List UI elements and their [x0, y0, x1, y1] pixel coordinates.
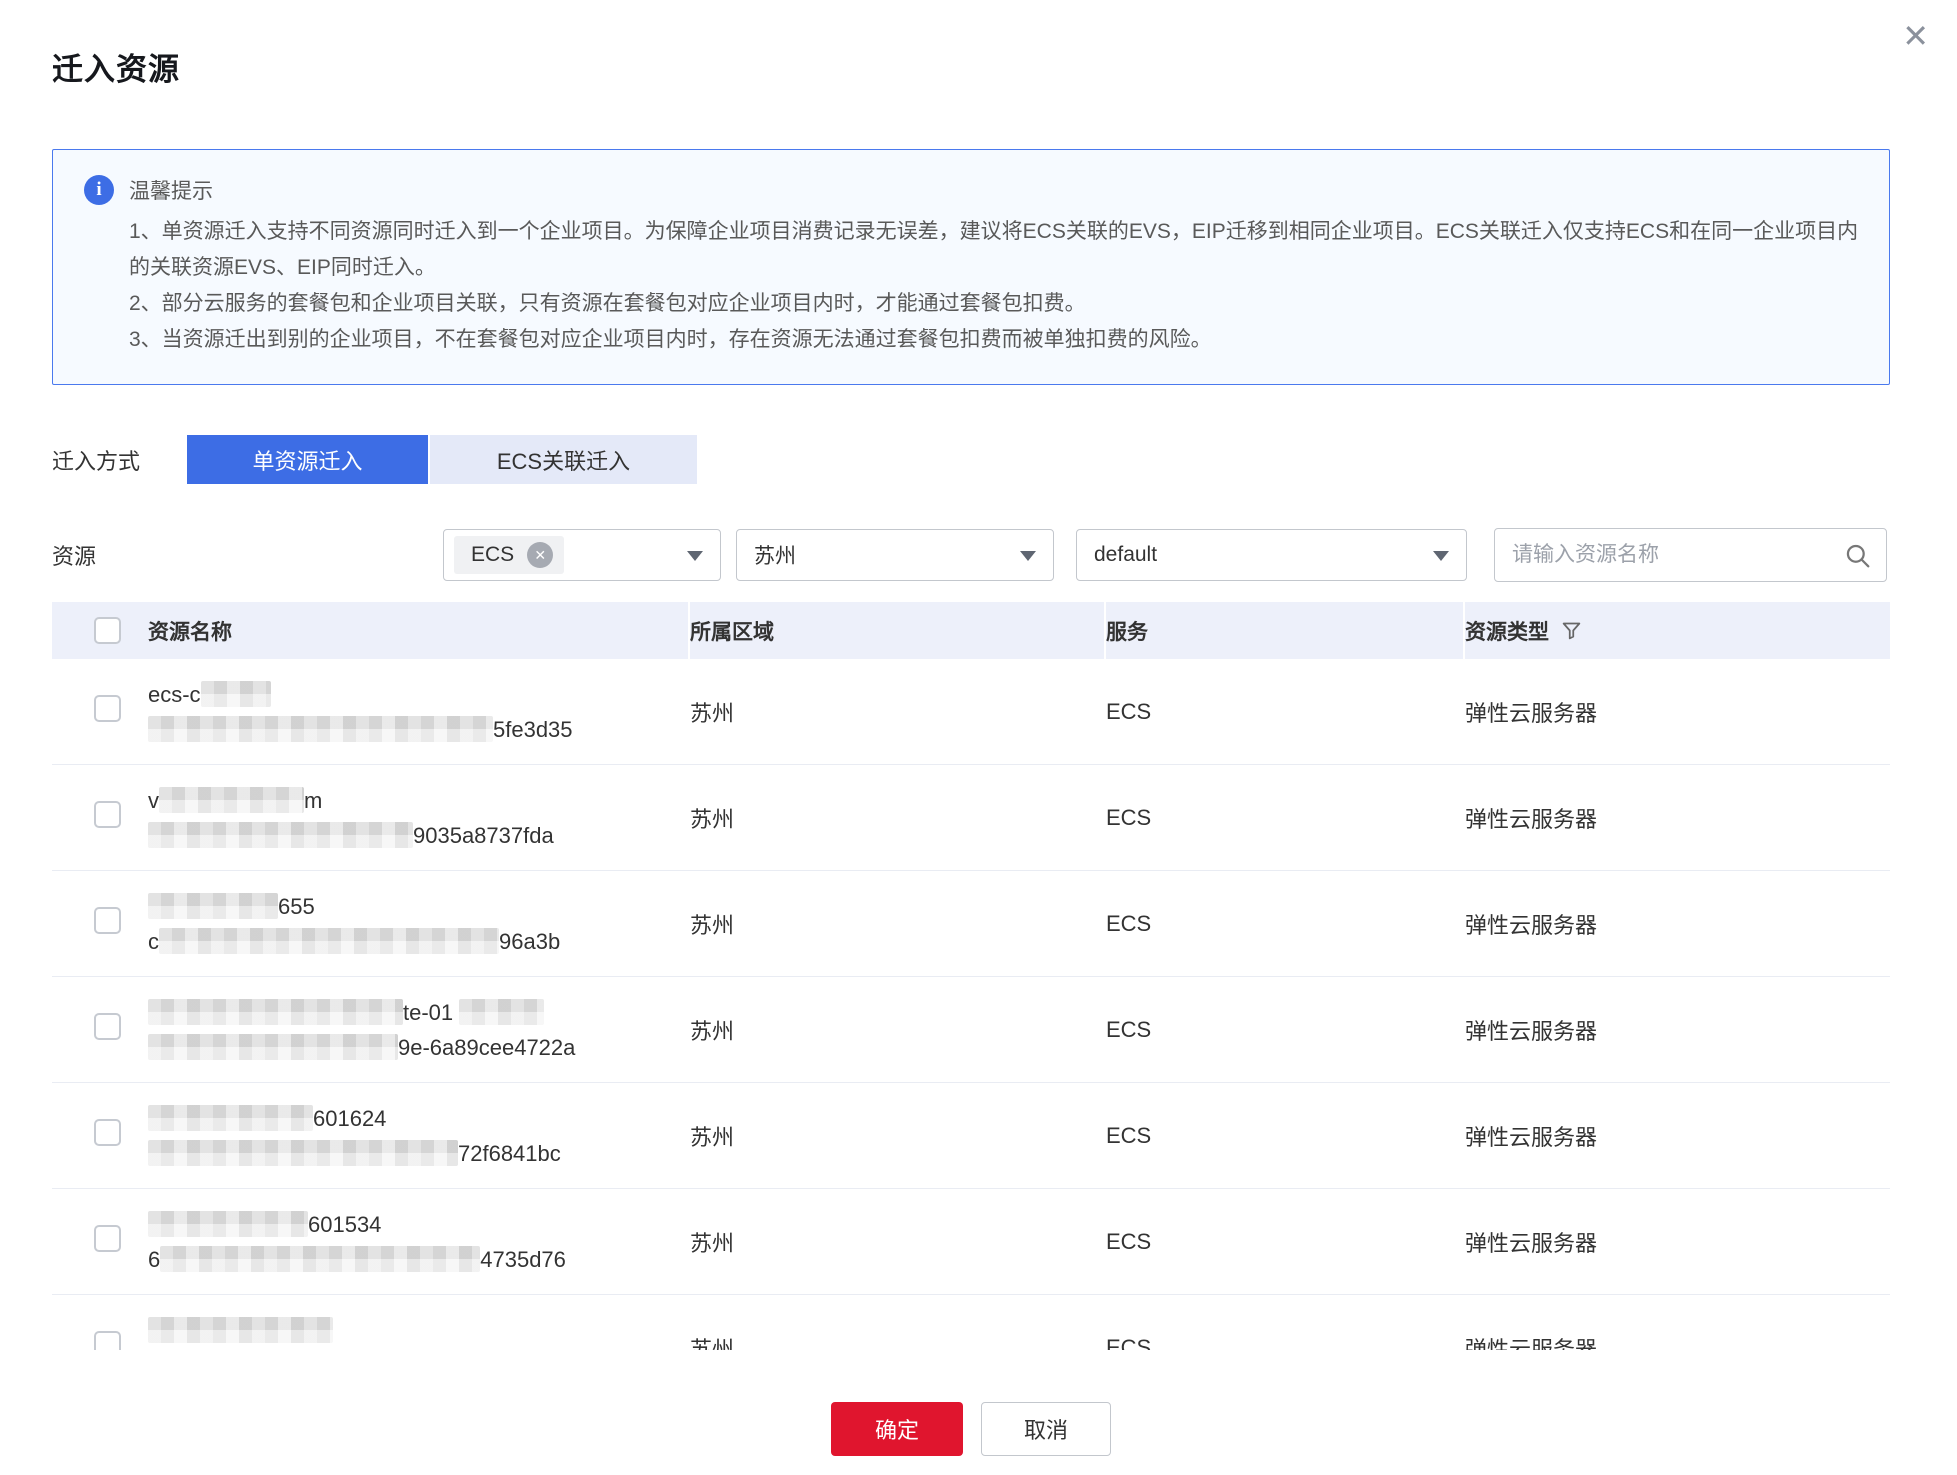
row-checkbox[interactable]: [94, 801, 121, 828]
resource-name-cell: [148, 1313, 690, 1351]
type-cell: 弹性云服务器: [1465, 1226, 1888, 1258]
resource-name-cell: vm 9035a8737fda: [148, 783, 690, 853]
row-checkbox[interactable]: [94, 1119, 121, 1146]
resource-label: 资源: [52, 539, 443, 571]
resource-name-cell: ecs-c 5fe3d35: [148, 677, 690, 747]
notice-box: i 温馨提示 1、单资源迁入支持不同资源同时迁入到一个企业项目。为保障企业项目消…: [52, 149, 1890, 385]
project-select[interactable]: default: [1076, 529, 1467, 581]
redacted-text: [148, 999, 403, 1025]
service-cell: ECS: [1106, 1335, 1465, 1351]
notice-line: 3、当资源迁出到别的企业项目，不在套餐包对应企业项目内时，存在资源无法通过套餐包…: [129, 322, 1861, 358]
filter-funnel-icon[interactable]: [1561, 620, 1582, 641]
table-row: vm 9035a8737fda 苏州 ECS 弹性云服务器: [52, 765, 1890, 871]
search-icon[interactable]: [1844, 542, 1871, 569]
migration-mode-label: 迁入方式: [52, 444, 187, 476]
migrate-in-dialog: ✕ 迁入资源 i 温馨提示 1、单资源迁入支持不同资源同时迁入到一个企业项目。为…: [0, 0, 1957, 1475]
table-row: ecs-c 5fe3d35 苏州 ECS 弹性云服务器: [52, 659, 1890, 765]
redacted-text: [148, 1034, 398, 1060]
row-checkbox[interactable]: [94, 695, 121, 722]
type-cell: 弹性云服务器: [1465, 802, 1888, 834]
redacted-text: [148, 1140, 458, 1166]
redacted-text: [159, 787, 304, 813]
table-row: 601624 72f6841bc 苏州 ECS 弹性云服务器: [52, 1083, 1890, 1189]
row-checkbox[interactable]: [94, 1013, 121, 1040]
service-cell: ECS: [1106, 1229, 1465, 1255]
redacted-text: [160, 1246, 480, 1272]
resource-table: 资源名称 所属区域 服务 资源类型 ecs-c 5fe3d35 苏州 ECS 弹…: [52, 602, 1890, 1350]
column-header-name: 资源名称: [148, 602, 690, 659]
table-header: 资源名称 所属区域 服务 资源类型: [52, 602, 1890, 659]
service-type-select[interactable]: ECS ✕: [443, 529, 721, 581]
confirm-button[interactable]: 确定: [831, 1402, 963, 1456]
region-cell: 苏州: [690, 908, 1106, 940]
type-cell: 弹性云服务器: [1465, 1120, 1888, 1152]
migration-mode-row: 迁入方式 单资源迁入 ECS关联迁入: [52, 435, 1890, 484]
redacted-text: [148, 1317, 333, 1343]
row-checkbox[interactable]: [94, 1331, 121, 1350]
redacted-text: [148, 822, 413, 848]
resource-search-box: [1494, 528, 1887, 582]
region-cell: 苏州: [690, 1226, 1106, 1258]
project-value: default: [1094, 543, 1157, 567]
chevron-down-icon: [687, 551, 703, 561]
close-icon[interactable]: ✕: [1902, 20, 1929, 52]
region-cell: 苏州: [690, 802, 1106, 834]
info-icon: i: [84, 175, 114, 205]
notice-line: 1、单资源迁入支持不同资源同时迁入到一个企业项目。为保障企业项目消费记录无误差，…: [129, 214, 1861, 286]
column-header-region: 所属区域: [690, 602, 1106, 659]
type-cell: 弹性云服务器: [1465, 908, 1888, 940]
service-tag: ECS ✕: [454, 536, 564, 574]
redacted-text: [148, 1105, 313, 1131]
region-select[interactable]: 苏州: [736, 529, 1054, 581]
service-cell: ECS: [1106, 699, 1465, 725]
region-value: 苏州: [754, 540, 796, 570]
notice-line: 2、部分云服务的套餐包和企业项目关联，只有资源在套餐包对应企业项目内时，才能通过…: [129, 286, 1861, 322]
resource-name-cell: 601534 64735d76: [148, 1207, 690, 1277]
dialog-footer: 确定 取消: [52, 1402, 1890, 1456]
redacted-text: [159, 928, 499, 954]
search-input[interactable]: [1512, 543, 1832, 567]
region-cell: 苏州: [690, 1120, 1106, 1152]
service-cell: ECS: [1106, 805, 1465, 831]
service-cell: ECS: [1106, 1017, 1465, 1043]
service-cell: ECS: [1106, 911, 1465, 937]
type-cell: 弹性云服务器: [1465, 1014, 1888, 1046]
remove-tag-icon[interactable]: ✕: [527, 542, 553, 568]
resource-filter-row: 资源 ECS ✕ 苏州 default: [52, 528, 1890, 582]
redacted-text: [148, 716, 493, 742]
resource-name-cell: 655 c96a3b: [148, 889, 690, 959]
row-checkbox[interactable]: [94, 907, 121, 934]
region-cell: 苏州: [690, 1014, 1106, 1046]
table-row: 苏州 ECS 弹性云服务器: [52, 1295, 1890, 1350]
resource-name-cell: te-01 9e-6a89cee4722a: [148, 995, 690, 1065]
region-cell: 苏州: [690, 1332, 1106, 1351]
chevron-down-icon: [1433, 551, 1449, 561]
column-header-type: 资源类型: [1465, 602, 1888, 659]
chevron-down-icon: [1020, 551, 1036, 561]
select-all-checkbox[interactable]: [94, 617, 121, 644]
table-row: 601534 64735d76 苏州 ECS 弹性云服务器: [52, 1189, 1890, 1295]
redacted-text: [459, 999, 544, 1025]
row-checkbox[interactable]: [94, 1225, 121, 1252]
table-row: te-01 9e-6a89cee4722a 苏州 ECS 弹性云服务器: [52, 977, 1890, 1083]
resource-name-cell: 601624 72f6841bc: [148, 1101, 690, 1171]
column-header-service: 服务: [1106, 602, 1465, 659]
redacted-text: [201, 681, 271, 707]
cancel-button[interactable]: 取消: [981, 1402, 1111, 1456]
tab-single-resource-migrate[interactable]: 单资源迁入: [187, 435, 428, 484]
type-cell: 弹性云服务器: [1465, 696, 1888, 728]
tab-ecs-associated-migrate[interactable]: ECS关联迁入: [430, 435, 697, 484]
service-tag-label: ECS: [471, 543, 514, 567]
service-cell: ECS: [1106, 1123, 1465, 1149]
type-cell: 弹性云服务器: [1465, 1332, 1888, 1351]
region-cell: 苏州: [690, 696, 1106, 728]
redacted-text: [148, 893, 278, 919]
table-row: 655 c96a3b 苏州 ECS 弹性云服务器: [52, 871, 1890, 977]
page-title: 迁入资源: [52, 44, 1890, 89]
redacted-text: [148, 1211, 308, 1237]
notice-title: 温馨提示: [129, 175, 213, 205]
